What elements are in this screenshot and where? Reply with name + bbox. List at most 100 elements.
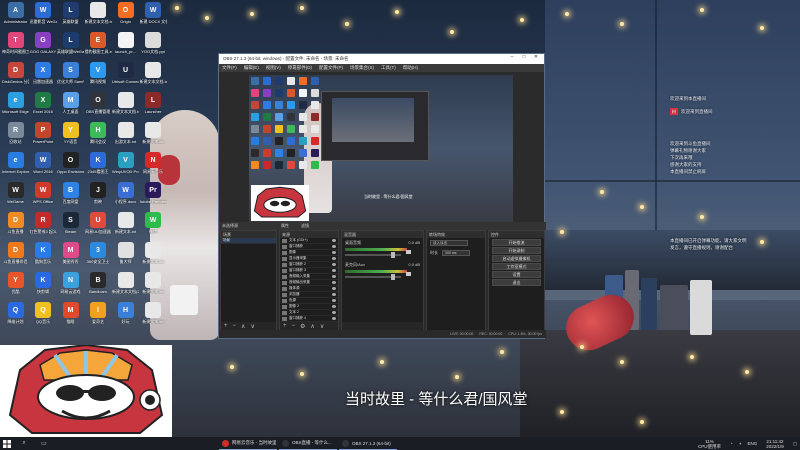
filters-button[interactable]: 滤镜 xyxy=(301,223,309,229)
slider-knob[interactable] xyxy=(391,252,395,258)
notification-icon[interactable]: ▢ xyxy=(793,441,797,447)
eye-icon[interactable] xyxy=(332,263,336,266)
desktop-icon[interactable]: V WinyUVOD Pro xyxy=(112,152,139,182)
desktop-icon[interactable]: Y YY语音 xyxy=(57,122,84,152)
menu-item[interactable]: 文件(F) xyxy=(222,65,237,71)
desktop-icon[interactable]: N 网易云音乐 xyxy=(140,152,167,182)
desktop-icon[interactable]: T神奇时间截图工具 xyxy=(2,32,29,62)
desktop-icon[interactable]: O Origin xyxy=(112,2,139,32)
desktop-icon[interactable]: 新建文本文档.txt xyxy=(140,62,167,92)
up-icon[interactable]: ∧ xyxy=(310,323,314,330)
up-icon[interactable]: ∧ xyxy=(241,323,245,330)
eye-icon[interactable] xyxy=(332,245,336,248)
desktop-icon[interactable]: 出游文本.txt xyxy=(112,122,139,152)
obs-titlebar[interactable]: OBS 27.1.3 (64-bit, windows) - 配置文件: 未命名… xyxy=(219,54,544,64)
close-icon[interactable]: ✕ xyxy=(530,54,542,60)
desktop-icon[interactable]: 鲁大师 xyxy=(112,242,139,272)
menu-item[interactable]: 工具(T) xyxy=(381,65,396,71)
desktop-icon[interactable]: W WPS Office xyxy=(30,182,57,212)
desktop-icon[interactable]: e Microsoft Edge xyxy=(2,92,29,122)
down-icon[interactable]: ∨ xyxy=(250,323,254,330)
desktop-icon[interactable]: U 网易UU加速器 xyxy=(85,212,112,242)
desktop-icon[interactable]: 新建文本.txt xyxy=(140,122,167,152)
desktop-icon[interactable]: W新建 DOCX 文档.docx xyxy=(140,2,167,32)
desktop-icon[interactable]: K 2345看图王 xyxy=(85,152,112,182)
control-button[interactable]: 启动虚拟摄像机 xyxy=(492,255,541,262)
desktop-icon[interactable]: I 爱奇艺 xyxy=(85,302,112,332)
down-icon[interactable]: ∨ xyxy=(320,323,324,330)
volume-slider[interactable] xyxy=(345,252,401,258)
desktop-icon[interactable]: 新建文本.txt xyxy=(112,212,139,242)
desktop-icon[interactable]: M 美图秀秀 xyxy=(57,242,84,272)
eye-icon[interactable] xyxy=(332,239,336,242)
taskbar-app[interactable]: 网易云音乐 - 当时故里 xyxy=(219,437,277,450)
desktop-icon[interactable]: M 人工桌面 xyxy=(57,92,84,122)
obs-window[interactable]: OBS 27.1.3 (64-bit, windows) - 配置文件: 未命名… xyxy=(218,53,546,339)
desktop-icon[interactable]: L Launcher xyxy=(140,92,167,122)
desktop-icon[interactable]: B 百度网盘 xyxy=(57,182,84,212)
cpu-meter[interactable]: 11% CPU使用率 xyxy=(695,439,724,449)
desktop-icon[interactable]: A Administrator xyxy=(2,2,29,32)
menu-item[interactable]: 视图(V) xyxy=(266,65,281,71)
speaker-icon[interactable] xyxy=(406,272,411,276)
desktop-icon[interactable]: 3 360安全卫士 xyxy=(85,242,112,272)
desktop-icon[interactable]: DDiskGenius 分区工具 xyxy=(2,62,29,92)
desktop-icon[interactable]: X Excel 2016 xyxy=(30,92,57,122)
windows-start-icon[interactable] xyxy=(0,437,14,450)
desktop-icon[interactable]: 新建文本文档.txt xyxy=(85,2,112,32)
eye-icon[interactable] xyxy=(332,317,336,320)
minimize-icon[interactable]: – xyxy=(506,54,518,60)
desktop-icon[interactable]: S Steam xyxy=(57,212,84,242)
control-button[interactable]: 开始推流 xyxy=(492,239,541,246)
clock[interactable]: 21:11:42 2022/1/9 xyxy=(763,439,787,449)
eye-icon[interactable] xyxy=(332,281,336,284)
desktop-icon[interactable]: 新建文本文档(2).txt xyxy=(112,272,139,302)
menu-item[interactable]: 停靠部件(D) xyxy=(288,65,312,71)
desktop-icon[interactable]: 新建文本.txt xyxy=(140,242,167,272)
desktop-icon[interactable]: E猎豹截图工具.exe xyxy=(85,32,112,62)
desktop-icon[interactable]: L 英雄联盟 xyxy=(57,2,84,32)
eye-icon[interactable] xyxy=(332,251,336,254)
desktop-icon[interactable]: Y 优酷 xyxy=(2,272,29,302)
menu-item[interactable]: 编辑(E) xyxy=(244,65,259,71)
desktop-icon[interactable]: W WeGame xyxy=(2,182,29,212)
desktop-icon[interactable]: O OBS直播管理 xyxy=(85,92,112,122)
desktop-icon[interactable]: P PowerPoint xyxy=(30,122,57,152)
remove-icon[interactable]: − xyxy=(233,323,237,329)
add-icon[interactable]: + xyxy=(283,323,287,329)
desktop-icon[interactable]: 新建文本.txt xyxy=(140,302,167,332)
eye-icon[interactable] xyxy=(332,287,336,290)
eye-icon[interactable] xyxy=(332,305,336,308)
properties-button[interactable]: 属性 xyxy=(281,223,289,229)
search-icon[interactable]: ⌕ xyxy=(14,437,34,450)
desktop-icon[interactable]: D 斗鱼直播伴侣 xyxy=(2,242,29,272)
task-view-icon[interactable]: ▭ xyxy=(34,437,54,450)
desktop-icon[interactable]: W Word 2016 xyxy=(30,152,57,182)
desktop-icon[interactable]: O Oppo Envisioner xyxy=(57,152,84,182)
desktop-icon[interactable]: YOO文档.ppt xyxy=(140,32,167,62)
speaker-icon[interactable] xyxy=(406,250,411,254)
control-button[interactable]: 退出 xyxy=(492,279,541,286)
desktop-icon[interactable]: W迅雷影音 WeGame xyxy=(30,2,57,32)
network-icon[interactable]: ◔ xyxy=(730,441,733,446)
desktop-icon[interactable]: S优化大师 SamPro软件 xyxy=(57,62,84,92)
control-button[interactable]: 开始录制 xyxy=(492,247,541,254)
desktop-icon[interactable]: R红色警戒3 起义时刻 xyxy=(30,212,57,242)
desktop-icon[interactable]: D 斗鱼直播 xyxy=(2,212,29,242)
desktop-icon[interactable]: W 小程序.docx xyxy=(112,182,139,212)
control-button[interactable]: 工作室模式 xyxy=(492,263,541,270)
duration-input[interactable]: 300 ms xyxy=(442,250,470,256)
add-icon[interactable]: + xyxy=(224,323,228,329)
eye-icon[interactable] xyxy=(332,311,336,314)
menu-item[interactable]: 配置文件(P) xyxy=(319,65,343,71)
obs-preview[interactable]: 当时故里 - 等什么君/国风堂 xyxy=(249,75,513,223)
menu-item[interactable]: 帮助(H) xyxy=(403,65,418,71)
transition-select[interactable]: 淡入淡出 xyxy=(430,240,468,246)
desktop-icon[interactable]: W 微信 xyxy=(140,212,167,242)
control-button[interactable]: 设置 xyxy=(492,271,541,278)
desktop-icon[interactable]: K 快剪辑 xyxy=(30,272,57,302)
desktop-icon[interactable]: 新建文本.txt xyxy=(140,272,167,302)
desktop-icon[interactable]: X 迅雷加速器 xyxy=(30,62,57,92)
eye-icon[interactable] xyxy=(332,275,336,278)
desktop-icon[interactable]: 新建文本文档.txt xyxy=(112,92,139,122)
